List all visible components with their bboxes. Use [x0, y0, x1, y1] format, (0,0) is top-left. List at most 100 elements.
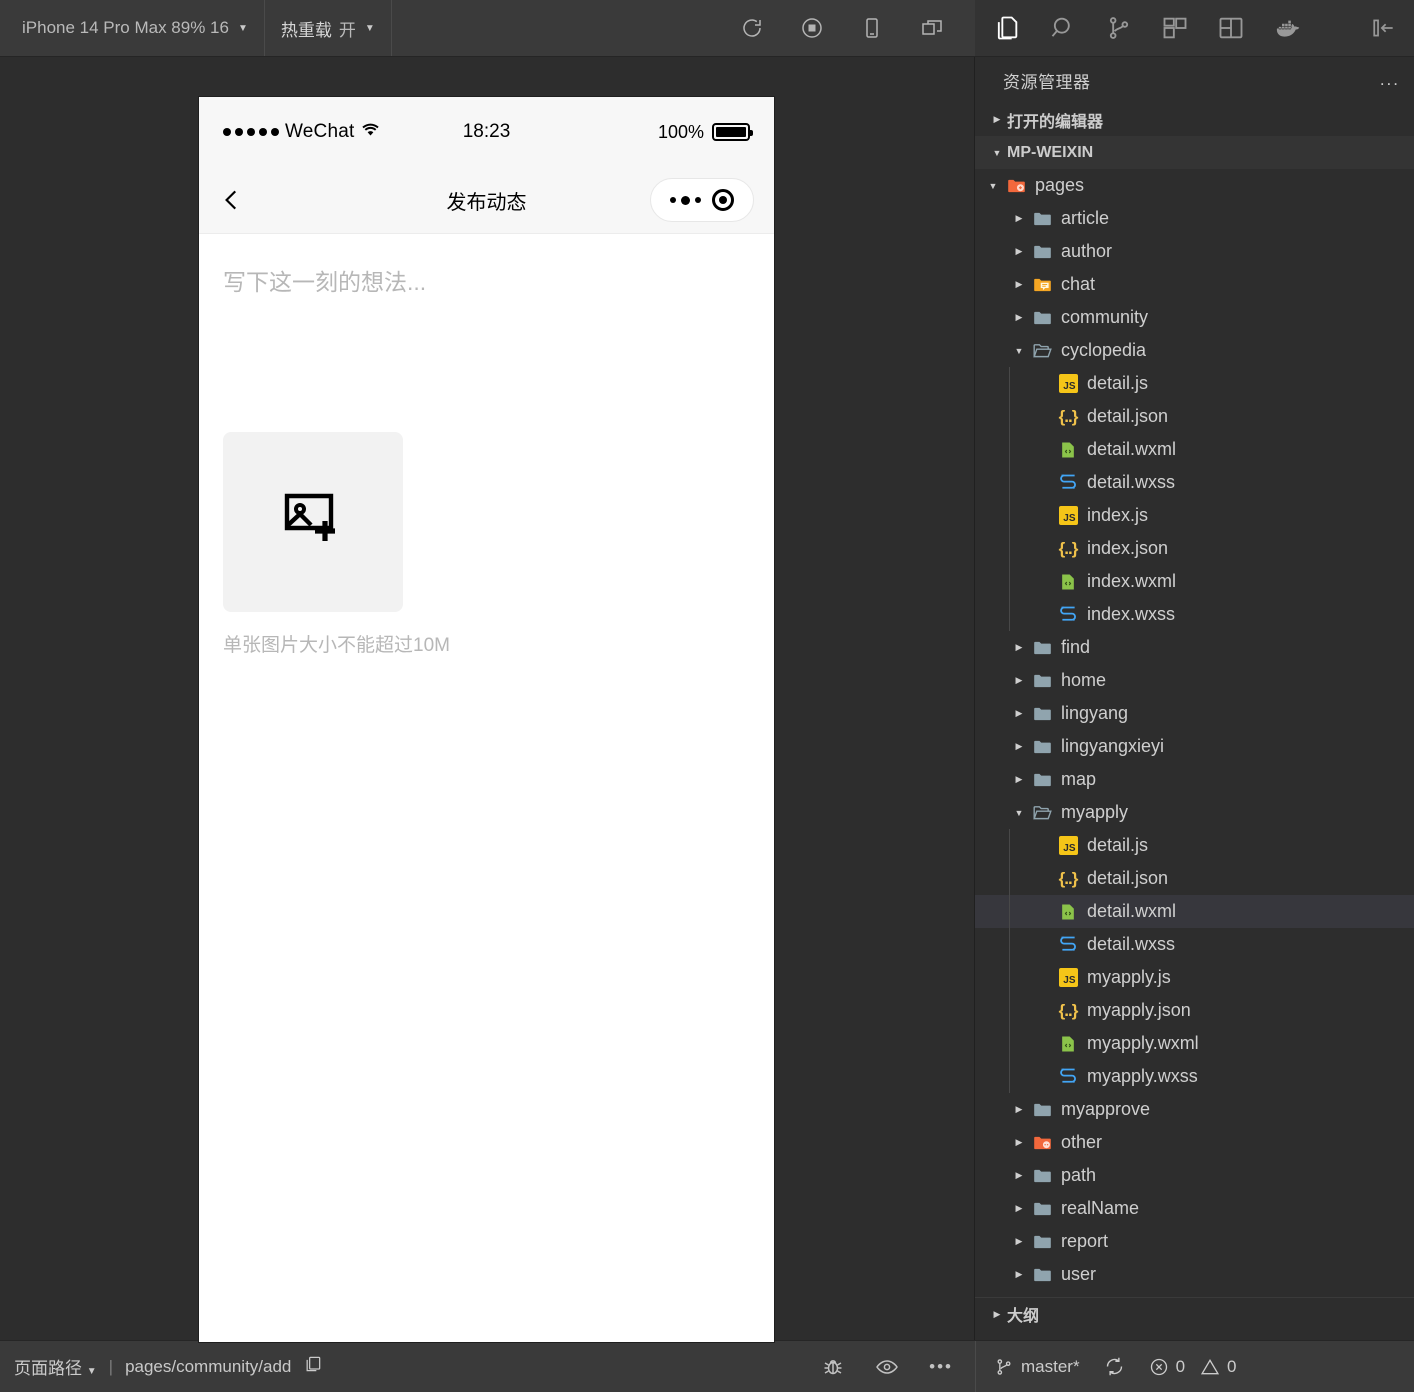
section-timeline[interactable]: ▶ 时间线 [975, 1330, 1414, 1340]
tree-item-label: find [1061, 637, 1091, 657]
upload-hint-label: 单张图片大小不能超过10M [223, 635, 450, 656]
wxss-file-icon [1055, 934, 1081, 955]
folder-icon [1029, 208, 1055, 229]
tree-file-row[interactable]: detail.wxss [975, 928, 1414, 961]
js-file-icon: JS [1055, 968, 1081, 987]
js-file-icon: JS [1055, 374, 1081, 393]
more-icon[interactable] [669, 195, 701, 205]
explorer-icon[interactable] [991, 12, 1023, 44]
source-control-icon[interactable] [1103, 12, 1135, 44]
copy-icon[interactable] [303, 1354, 323, 1379]
tree-file-row[interactable]: detail.wxml [975, 433, 1414, 466]
phone-status-bar: WeChat 18:23 100% [199, 97, 774, 167]
explorer-header: 资源管理器 ... [975, 57, 1414, 103]
multi-window-icon[interactable] [919, 15, 945, 41]
folder-icon [1029, 1198, 1055, 1219]
tree-folder-row[interactable]: ▶ lingyang [975, 697, 1414, 730]
tree-file-row[interactable]: {..} detail.json [975, 400, 1414, 433]
tree-file-row[interactable]: JS detail.js [975, 829, 1414, 862]
hot-reload-label: 热重载 [280, 20, 332, 40]
tree-item-label: community [1061, 307, 1149, 327]
compose-textarea[interactable]: 写下这一刻的想法... [223, 268, 750, 408]
chevron-right-icon: ▶ [1015, 213, 1023, 223]
section-outline[interactable]: ▶ 大纲 [975, 1297, 1414, 1330]
folder-other-icon [1029, 1132, 1055, 1153]
section-open-editors[interactable]: ▶ 打开的编辑器 [975, 103, 1414, 136]
tree-file-row[interactable]: JS detail.js [975, 367, 1414, 400]
device-selector[interactable]: iPhone 14 Pro Max 89% 16 ▼ [0, 0, 265, 56]
problems-item[interactable]: 0 0 [1149, 1357, 1237, 1377]
chevron-down-icon: ▼ [364, 22, 375, 34]
tree-item-label: index.wxml [1087, 571, 1177, 591]
tree-file-row[interactable]: JS index.js [975, 499, 1414, 532]
chevron-left-icon[interactable] [219, 187, 249, 213]
tree-file-row[interactable]: JS myapply.js [975, 961, 1414, 994]
tree-folder-row[interactable]: ▶ map [975, 763, 1414, 796]
tree-folder-row[interactable]: ▼ pages [975, 169, 1414, 202]
tree-folder-row[interactable]: ▶ myapprove [975, 1093, 1414, 1126]
tree-item-label: detail.wxml [1087, 901, 1177, 921]
tree-folder-row[interactable]: ▶ lingyangxieyi [975, 730, 1414, 763]
tree-file-row[interactable]: {..} detail.json [975, 862, 1414, 895]
tree-folder-row[interactable]: ▶ find [975, 631, 1414, 664]
hot-reload-selector[interactable]: 热重载 开 ▼ [265, 0, 392, 56]
chevron-right-icon: ▶ [993, 1308, 1001, 1319]
tree-folder-row[interactable]: ▶ other [975, 1126, 1414, 1159]
eye-icon[interactable] [875, 1355, 899, 1379]
explorer-tree-scroll[interactable]: ▶ 打开的编辑器 ▼ MP-WEIXIN ▼ pages ▶ article ▶ auth… [975, 103, 1414, 1340]
tree-file-row[interactable]: myapply.wxss [975, 1060, 1414, 1093]
tree-folder-row[interactable]: ▼ myapply [975, 796, 1414, 829]
tree-file-row[interactable]: index.wxml [975, 565, 1414, 598]
tree-folder-row[interactable]: ▶ realName [975, 1192, 1414, 1225]
tree-folder-row[interactable]: ▶ path [975, 1159, 1414, 1192]
close-target-icon[interactable] [712, 189, 735, 211]
tree-folder-row[interactable]: ▶ report [975, 1225, 1414, 1258]
tree-folder-row[interactable]: ▶ home [975, 664, 1414, 697]
search-icon[interactable] [1047, 12, 1079, 44]
wxml-file-icon [1055, 901, 1081, 923]
page-path-selector[interactable]: 页面路径 ▼ [14, 1354, 97, 1379]
chevron-right-icon: ▶ [1015, 312, 1023, 322]
split-layout-icon[interactable] [1215, 12, 1247, 44]
iconbar-right [1368, 12, 1414, 44]
tree-item-label: cyclopedia [1061, 340, 1147, 360]
device-selector-label: iPhone 14 Pro Max 89% 16 [22, 18, 229, 37]
wechat-capsule-menu[interactable] [650, 178, 754, 222]
more-icon[interactable]: ... [1380, 70, 1400, 90]
more-icon[interactable]: ••• [929, 1357, 953, 1377]
tree-file-row[interactable]: myapply.wxml [975, 1027, 1414, 1060]
tree-item-label: detail.wxss [1087, 934, 1176, 954]
tree-file-row[interactable]: {..} index.json [975, 532, 1414, 565]
folder-icon [1029, 736, 1055, 757]
sync-icon[interactable] [1104, 1356, 1125, 1377]
image-add-button[interactable] [223, 432, 403, 612]
tree-file-row[interactable]: {..} myapply.json [975, 994, 1414, 1027]
body-row: WeChat 18:23 100% 发布动态 写下这一刻的想法... 单张图片大… [0, 57, 1414, 1342]
indent-guide [1009, 862, 1010, 895]
tree-file-row[interactable]: detail.wxss [975, 466, 1414, 499]
tree-folder-row[interactable]: ▶ chat [975, 268, 1414, 301]
chevron-down-icon: ▼ [992, 147, 1002, 158]
refresh-icon[interactable] [739, 15, 765, 41]
explorer-sidebar: 资源管理器 ... ▶ 打开的编辑器 ▼ MP-WEIXIN ▼ pages ▶ ar… [975, 57, 1414, 1340]
chevron-down-icon: ▼ [237, 22, 248, 34]
git-branch-item[interactable]: master* [994, 1357, 1080, 1377]
folder-icon [1029, 1099, 1055, 1120]
preview-device-icon[interactable] [859, 15, 885, 41]
tree-item-label: user [1061, 1264, 1097, 1284]
tree-folder-row[interactable]: ▼ cyclopedia [975, 334, 1414, 367]
tree-folder-row[interactable]: ▶ user [975, 1258, 1414, 1291]
tree-folder-row[interactable]: ▶ article [975, 202, 1414, 235]
collapse-panel-icon[interactable] [1368, 12, 1400, 44]
extensions-icon[interactable] [1159, 12, 1191, 44]
section-workspace[interactable]: ▼ MP-WEIXIN [975, 136, 1414, 169]
folder-chat-icon [1029, 274, 1055, 295]
docker-icon[interactable] [1271, 12, 1303, 44]
tree-folder-row[interactable]: ▶ community [975, 301, 1414, 334]
tree-item-label: home [1061, 670, 1107, 690]
debug-bug-icon[interactable] [821, 1355, 845, 1379]
tree-folder-row[interactable]: ▶ author [975, 235, 1414, 268]
tree-file-row[interactable]: index.wxss [975, 598, 1414, 631]
tree-file-row[interactable]: detail.wxml [975, 895, 1414, 928]
record-stop-icon[interactable] [799, 15, 825, 41]
